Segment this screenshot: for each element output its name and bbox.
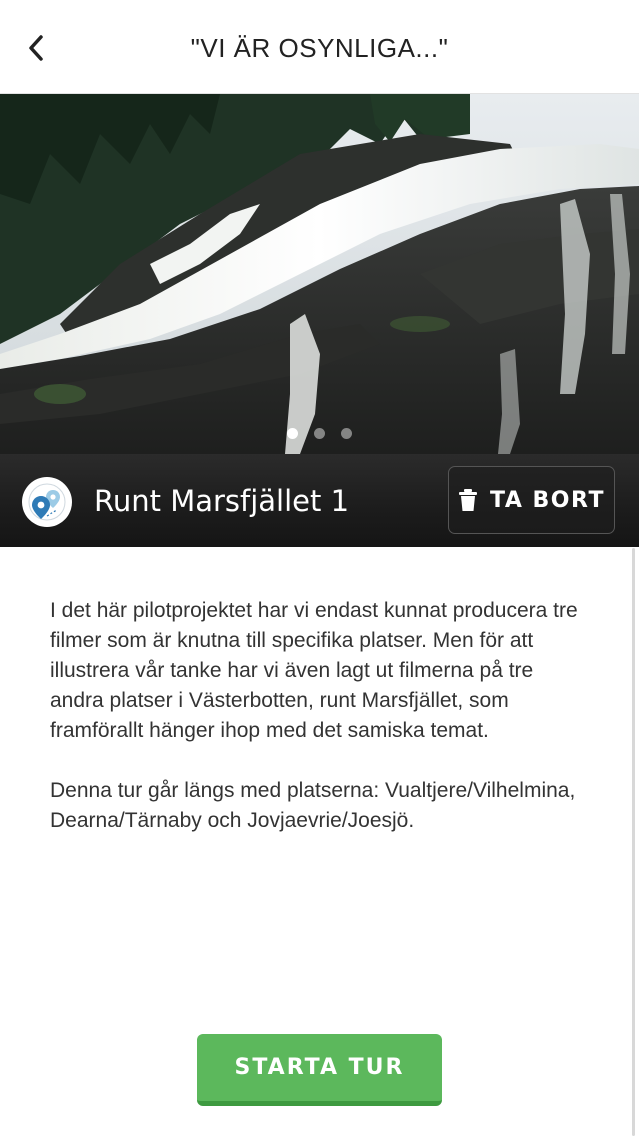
remove-button-label: TA BORT	[490, 487, 605, 513]
description-paragraph: I det här pilotprojektet har vi endast k…	[50, 599, 578, 742]
chevron-left-icon	[29, 35, 43, 61]
tour-title: Runt Marsfjället 1	[94, 484, 350, 518]
tour-description: I det här pilotprojektet har vi endast k…	[50, 596, 591, 866]
pager-dot-active[interactable]	[287, 427, 298, 439]
remove-button[interactable]: TA BORT	[448, 466, 615, 534]
start-tour-label: STARTA TUR	[234, 1055, 405, 1080]
tour-logo	[22, 477, 72, 527]
description-paragraph: Denna tur går längs med platserna: Vualt…	[50, 779, 576, 832]
back-button[interactable]	[14, 26, 58, 70]
trash-icon	[459, 489, 478, 511]
scrollbar[interactable]	[632, 548, 635, 1136]
hero-image[interactable]	[0, 94, 639, 454]
pager-dot[interactable]	[314, 427, 325, 439]
map-pin-icon	[28, 483, 66, 521]
image-pager[interactable]	[0, 426, 639, 440]
start-tour-button[interactable]: STARTA TUR	[197, 1034, 442, 1106]
top-bar: "VI ÄR OSYNLIGA..."	[0, 0, 639, 94]
pager-dot[interactable]	[341, 427, 352, 439]
page-title: "VI ÄR OSYNLIGA..."	[190, 33, 449, 63]
